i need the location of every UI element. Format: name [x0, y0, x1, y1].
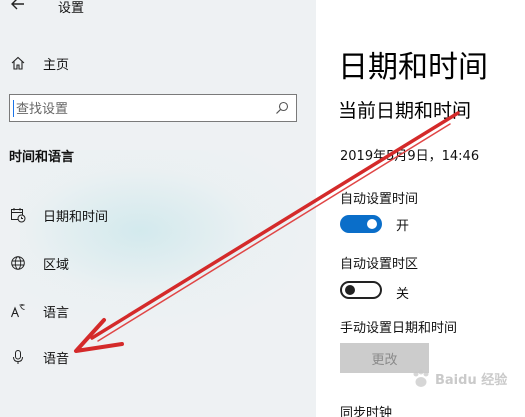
- sidebar-item-label: 区域: [43, 257, 70, 273]
- settings-sidebar: 设置 主页 时间和语言 日期和时间: [0, 0, 316, 417]
- language-icon: [9, 302, 27, 320]
- back-button[interactable]: [8, 0, 30, 18]
- date-time-page: 日期和时间 当前日期和时间 2019年5月9日，14:46 自动设置时间 开 自…: [316, 0, 525, 417]
- title-bar: 设置: [0, 0, 316, 22]
- auto-time-toggle[interactable]: [340, 215, 382, 233]
- search-box[interactable]: [9, 94, 297, 122]
- sidebar-item-home[interactable]: 主页: [0, 48, 316, 78]
- home-icon: [9, 54, 27, 72]
- sync-clock-heading: 同步时钟: [340, 406, 393, 417]
- app-title: 设置: [58, 1, 85, 16]
- page-title: 日期和时间: [338, 50, 488, 85]
- manual-datetime-label: 手动设置日期和时间: [340, 321, 458, 336]
- sidebar-item-speech[interactable]: 语音: [0, 342, 316, 372]
- auto-timezone-state: 关: [396, 287, 410, 302]
- toggle-knob: [367, 219, 377, 229]
- toggle-knob: [345, 285, 355, 295]
- auto-timezone-toggle[interactable]: [340, 281, 382, 299]
- sidebar-item-label: 日期和时间: [43, 209, 109, 225]
- microphone-icon: [9, 348, 27, 366]
- sidebar-item-label: 语音: [43, 351, 70, 367]
- auto-time-label: 自动设置时间: [340, 192, 419, 207]
- auto-time-state: 开: [396, 219, 410, 234]
- calendar-clock-icon: [9, 206, 27, 224]
- section-title: 时间和语言: [9, 150, 75, 165]
- auto-timezone-label: 自动设置时区: [340, 257, 419, 272]
- search-icon[interactable]: [274, 100, 290, 116]
- sidebar-item-date-time[interactable]: 日期和时间: [0, 200, 316, 230]
- search-input[interactable]: [14, 98, 268, 120]
- sidebar-item-region[interactable]: 区域: [0, 248, 316, 278]
- sidebar-item-language[interactable]: 语言: [0, 296, 316, 326]
- sidebar-item-label: 主页: [43, 57, 70, 73]
- current-datetime-heading: 当前日期和时间: [338, 100, 472, 122]
- current-datetime-value: 2019年5月9日，14:46: [340, 149, 480, 164]
- sidebar-item-label: 语言: [43, 305, 70, 321]
- back-arrow-icon: [11, 0, 24, 10]
- watermark: Baidu 经验: [409, 367, 521, 391]
- globe-region-icon: [9, 254, 27, 272]
- paw-logo-icon: [413, 369, 429, 387]
